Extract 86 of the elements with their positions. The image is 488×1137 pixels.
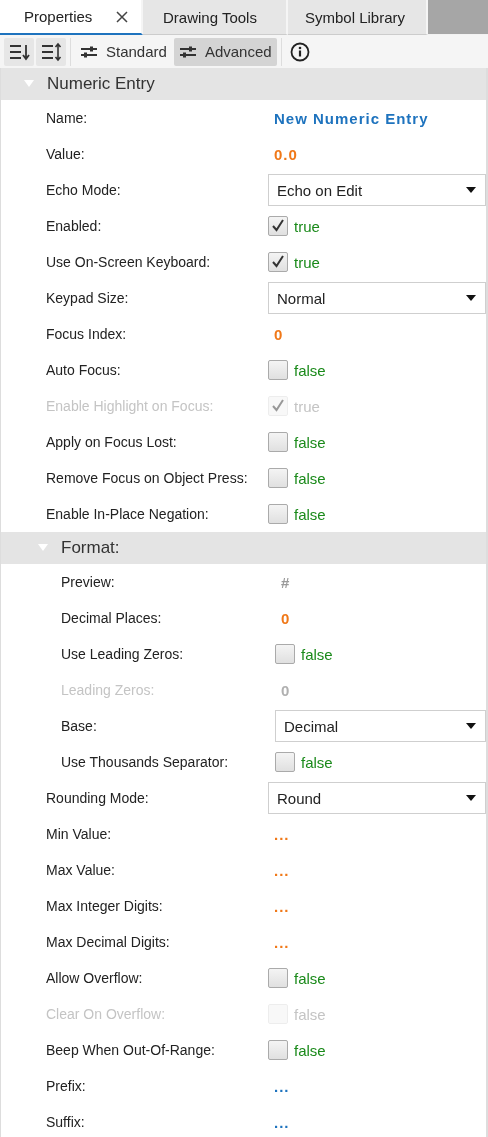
property-value[interactable]: ... xyxy=(274,1113,290,1131)
caret-icon xyxy=(466,723,476,729)
view-button[interactable]: Advanced xyxy=(173,37,277,66)
checkbox-value: true xyxy=(294,253,320,271)
sliders-icon xyxy=(80,44,98,59)
checkbox[interactable] xyxy=(268,968,288,988)
checkbox-value: false xyxy=(294,969,326,987)
collapse-icon[interactable] xyxy=(37,543,49,553)
property-label: Rounding Mode: xyxy=(46,790,150,806)
checkbox[interactable] xyxy=(275,752,295,772)
checkbox-value: false xyxy=(301,645,333,663)
property-label: Leading Zeros: xyxy=(61,682,156,698)
property-value[interactable]: ... xyxy=(274,897,290,915)
property-label: Keypad Size: xyxy=(46,290,130,306)
info-icon[interactable] xyxy=(289,41,310,62)
collapse-icon[interactable] xyxy=(23,79,35,89)
caret-icon xyxy=(466,187,476,193)
checkbox-value: false xyxy=(294,1005,326,1023)
property-label: Clear On Overflow: xyxy=(46,1006,167,1022)
checkbox-value: false xyxy=(294,361,326,379)
checkbox-value: false xyxy=(294,469,326,487)
property-label: Value: xyxy=(46,146,86,162)
checkbox[interactable] xyxy=(268,468,288,488)
property-value[interactable]: 0.0 xyxy=(274,145,298,163)
checkbox-value: true xyxy=(294,397,320,415)
checkbox[interactable] xyxy=(268,1040,288,1060)
property-label: Focus Index: xyxy=(46,326,128,342)
property-label: Beep When Out-Of-Range: xyxy=(46,1042,216,1058)
sort-descending-button[interactable] xyxy=(4,37,34,66)
property-value[interactable]: 0 xyxy=(274,325,284,343)
property-value[interactable]: # xyxy=(281,573,291,591)
checkbox-value: false xyxy=(294,1041,326,1059)
caret-icon xyxy=(466,795,476,801)
property-label: Max Integer Digits: xyxy=(46,898,164,914)
property-label: Remove Focus on Object Press: xyxy=(46,470,249,486)
checkbox-value: false xyxy=(294,505,326,523)
property-value[interactable]: New Numeric Entry xyxy=(274,109,429,127)
sliders-icon xyxy=(178,44,197,59)
dropdown[interactable]: Round xyxy=(268,782,486,814)
caret-icon xyxy=(466,295,476,301)
property-label: Max Decimal Digits: xyxy=(46,934,171,950)
group-title: Format: xyxy=(61,538,120,558)
checkbox-value: false xyxy=(301,753,333,771)
dropdown[interactable]: Decimal xyxy=(275,710,486,742)
checkbox-value: true xyxy=(294,217,320,235)
property-label: Base: xyxy=(61,718,98,734)
property-value[interactable]: ... xyxy=(274,933,290,951)
tab[interactable]: Symbol Library xyxy=(288,0,428,35)
checkbox-value: false xyxy=(294,433,326,451)
property-label: Max Value: xyxy=(46,862,116,878)
property-label: Use On-Screen Keyboard: xyxy=(46,254,212,270)
property-label: Name: xyxy=(46,110,89,126)
property-label: Decimal Places: xyxy=(61,610,163,626)
checkbox[interactable] xyxy=(268,432,288,452)
property-value[interactable]: ... xyxy=(274,825,290,843)
checkbox[interactable] xyxy=(268,216,288,236)
property-label: Use Leading Zeros: xyxy=(61,646,185,662)
property-label: Preview: xyxy=(61,574,116,590)
property-value[interactable]: ... xyxy=(274,1077,290,1095)
tab[interactable]: Drawing Tools xyxy=(143,0,288,35)
sort-ascending-button[interactable] xyxy=(36,37,66,66)
property-value[interactable]: ... xyxy=(274,861,290,879)
section-header[interactable]: Numeric Entry xyxy=(1,68,486,100)
dropdown[interactable]: Echo on Edit xyxy=(268,174,486,206)
property-label: Echo Mode: xyxy=(46,182,122,198)
checkbox[interactable] xyxy=(268,504,288,524)
group-header[interactable]: Format: xyxy=(1,532,486,564)
tab[interactable]: Properties xyxy=(0,0,143,35)
property-label: Suffix: xyxy=(46,1114,86,1130)
property-label: Apply on Focus Lost: xyxy=(46,434,178,450)
property-label: Enable In-Place Negation: xyxy=(46,506,210,522)
property-label: Min Value: xyxy=(46,826,113,842)
property-label: Auto Focus: xyxy=(46,362,122,378)
checkbox[interactable] xyxy=(275,644,295,664)
checkbox[interactable] xyxy=(268,360,288,380)
property-label: Prefix: xyxy=(46,1078,87,1094)
property-value[interactable]: 0 xyxy=(281,609,291,627)
property-label: Allow Overflow: xyxy=(46,970,144,986)
checkbox[interactable] xyxy=(268,252,288,272)
view-button[interactable]: Standard xyxy=(75,37,172,66)
close-icon[interactable] xyxy=(116,10,129,23)
property-label: Enabled: xyxy=(46,218,103,234)
dropdown[interactable]: Normal xyxy=(268,282,486,314)
property-label: Use Thousands Separator: xyxy=(61,754,230,770)
property-label: Enable Highlight on Focus: xyxy=(46,398,215,414)
section-title: Numeric Entry xyxy=(47,74,155,94)
